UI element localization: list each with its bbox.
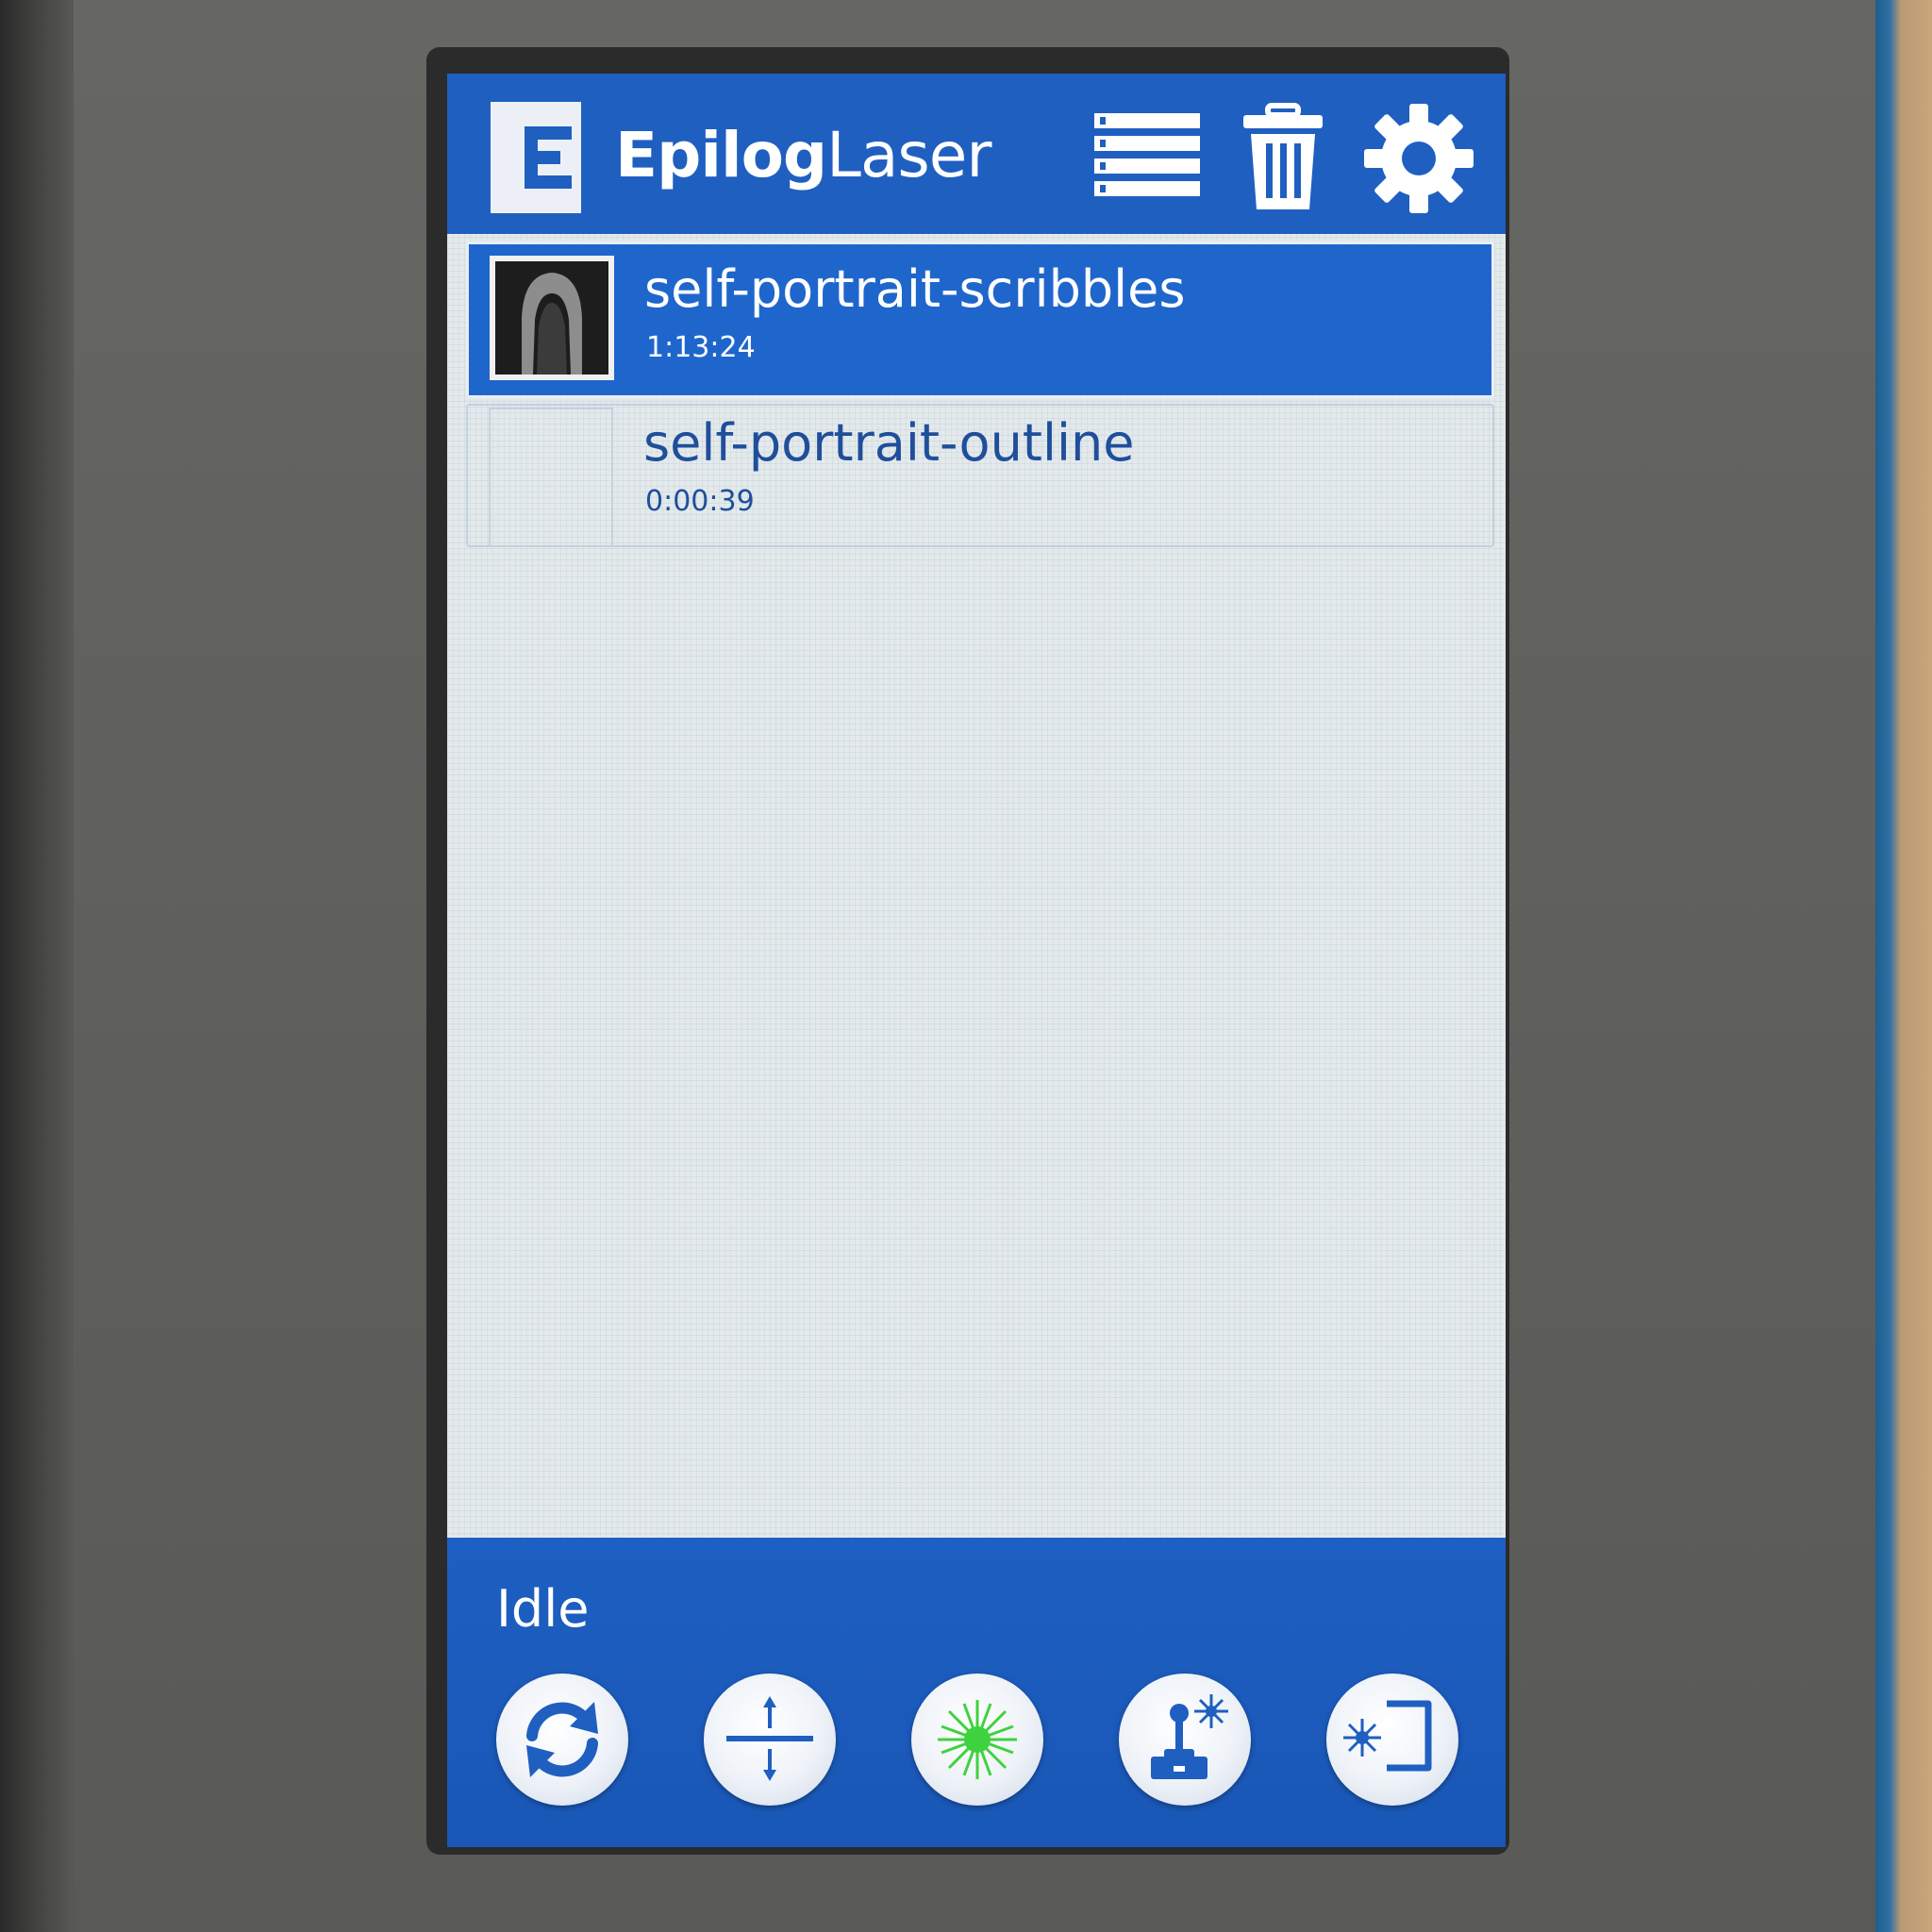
brand-name: EpilogLaser — [615, 123, 992, 189]
settings-button[interactable] — [1360, 100, 1477, 217]
job-thumbnail — [490, 256, 614, 380]
focus-icon — [726, 1696, 813, 1781]
job-thumbnail-empty — [489, 408, 613, 547]
app-header: EpilogLaser — [447, 74, 1506, 234]
frame-button[interactable] — [1326, 1674, 1458, 1806]
device-left-edge — [0, 0, 74, 1932]
delete-button[interactable] — [1224, 100, 1341, 217]
device-right-edge — [1875, 0, 1932, 1932]
red-dot-pointer-button[interactable] — [911, 1674, 1043, 1806]
refresh-icon — [526, 1702, 598, 1777]
job-list-icon — [1094, 113, 1200, 196]
trash-icon — [1243, 103, 1323, 209]
logo-e-icon — [491, 102, 581, 213]
control-footer: Idle — [447, 1538, 1506, 1847]
job-row-selected[interactable]: self-portrait-scribbles 1:13:24 — [466, 242, 1494, 398]
brand-bold: Epilog — [615, 119, 827, 192]
gear-icon — [1364, 104, 1474, 213]
job-row[interactable]: self-portrait-outline 0:00:39 — [466, 404, 1494, 547]
frame-icon — [1343, 1700, 1432, 1772]
joystick-icon — [1151, 1694, 1228, 1779]
red-dot-pointer-icon — [938, 1700, 1017, 1779]
job-title: self-portrait-scribbles — [644, 259, 1186, 319]
touch-screen: EpilogLaser self-portrait-scribbles 1:13… — [447, 74, 1506, 1847]
focus-button[interactable] — [704, 1674, 836, 1806]
job-time: 0:00:39 — [645, 485, 755, 518]
job-title: self-portrait-outline — [643, 413, 1135, 473]
job-time: 1:13:24 — [646, 331, 756, 364]
portrait-thumbnail-icon — [495, 261, 608, 375]
job-list-button[interactable] — [1089, 100, 1206, 217]
machine-status: Idle — [496, 1579, 590, 1639]
refresh-button[interactable] — [496, 1674, 628, 1806]
joystick-button[interactable] — [1119, 1674, 1251, 1806]
brand-light: Laser — [826, 119, 991, 192]
